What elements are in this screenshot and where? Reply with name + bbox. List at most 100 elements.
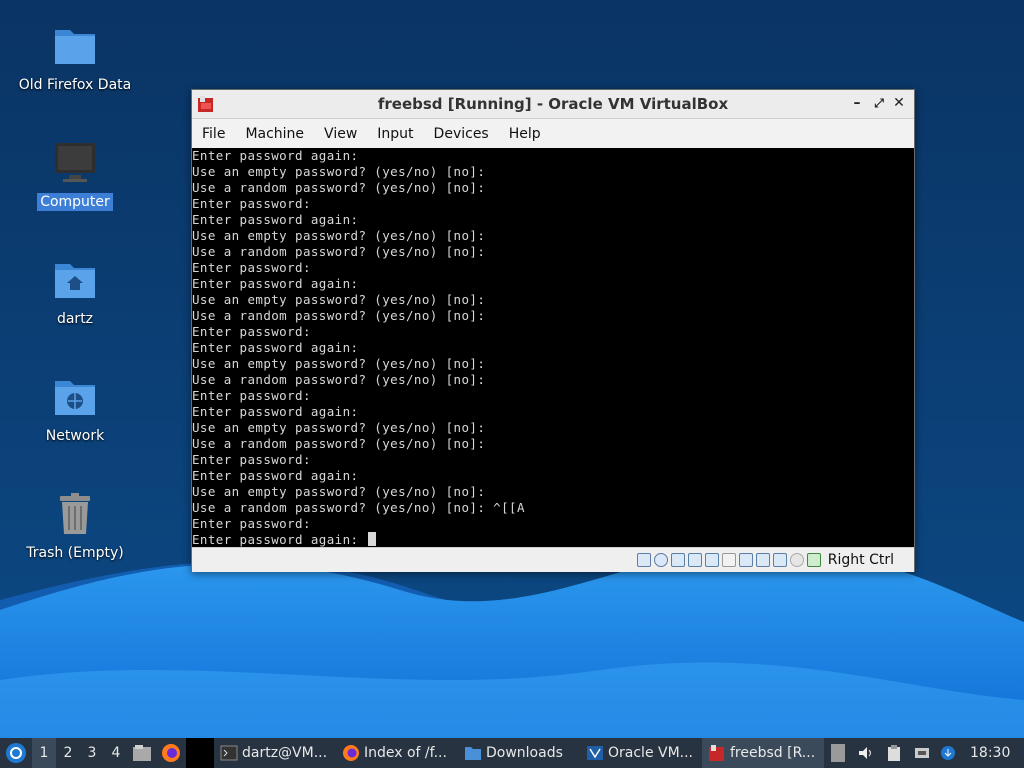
- close-button[interactable]: ✕: [890, 94, 908, 112]
- task-freebsd-vm[interactable]: freebsd [R...: [702, 738, 824, 768]
- workspace-4[interactable]: 4: [104, 738, 128, 768]
- clock[interactable]: 18:30: [960, 738, 1016, 768]
- window-titlebar[interactable]: freebsd [Running] - Oracle VM VirtualBox…: [192, 90, 914, 119]
- console-line: Use a random password? (yes/no) [no]:: [192, 180, 486, 195]
- firefox-launcher[interactable]: [156, 738, 186, 768]
- console-line: Enter password:: [192, 196, 311, 211]
- menu-file[interactable]: File: [192, 126, 235, 142]
- virtualization-icon[interactable]: [772, 553, 787, 567]
- console-line: Enter password:: [192, 452, 311, 467]
- desktop-icon-label: Trash (Empty): [26, 545, 124, 561]
- home-folder-icon: [55, 264, 95, 298]
- network-folder-icon: [55, 381, 95, 415]
- firefox-icon: [162, 744, 180, 762]
- workspace-3[interactable]: 3: [80, 738, 104, 768]
- minimize-button[interactable]: –: [848, 94, 866, 112]
- file-manager-launcher[interactable]: [128, 738, 156, 768]
- console-line: Use a random password? (yes/no) [no]:: [192, 244, 486, 259]
- mouse-integration-icon[interactable]: [789, 553, 804, 567]
- task-label: Oracle VM...: [608, 745, 694, 761]
- console-line: Enter password:: [192, 260, 311, 275]
- console-line: Use an empty password? (yes/no) [no]:: [192, 356, 486, 371]
- desktop-icon-label: Old Firefox Data: [18, 77, 132, 93]
- display-icon[interactable]: [738, 553, 753, 567]
- optical-drive-icon[interactable]: [653, 553, 668, 567]
- network-wired-icon: [915, 748, 929, 758]
- console-line: Enter password again:: [192, 340, 359, 355]
- task-firefox[interactable]: Index of /f...: [336, 738, 458, 768]
- task-virtualbox-manager[interactable]: Oracle VM...: [580, 738, 702, 768]
- lubuntu-logo-icon: [6, 743, 26, 763]
- vm-display[interactable]: Enter password again: Use an empty passw…: [192, 148, 914, 547]
- folder-icon: [55, 30, 95, 64]
- desktop-icon-computer[interactable]: Computer: [10, 139, 140, 211]
- console-line: Enter password again:: [192, 532, 367, 547]
- tray-updates[interactable]: [936, 738, 960, 768]
- virtualbox-vm-icon: [198, 96, 213, 112]
- maximize-button[interactable]: ⤢: [870, 94, 888, 112]
- console-line: Use an empty password? (yes/no) [no]:: [192, 164, 486, 179]
- menu-devices[interactable]: Devices: [424, 126, 499, 142]
- task-label: Index of /f...: [364, 745, 447, 761]
- console-line: Use a random password? (yes/no) [no]: ^[…: [192, 500, 525, 515]
- console-line: Enter password again:: [192, 468, 359, 483]
- console-line: Use an empty password? (yes/no) [no]:: [192, 484, 486, 499]
- console-line: Enter password:: [192, 388, 311, 403]
- audio-icon[interactable]: [670, 553, 685, 567]
- menu-input[interactable]: Input: [367, 126, 423, 142]
- console-line: Use an empty password? (yes/no) [no]:: [192, 420, 486, 435]
- desktop-icon-dartz[interactable]: dartz: [10, 256, 140, 328]
- text-cursor: [368, 532, 377, 546]
- menu-view[interactable]: View: [314, 126, 367, 142]
- desktop-icon-network[interactable]: Network: [10, 373, 140, 445]
- menu-bar: File Machine View Input Devices Help: [192, 119, 914, 148]
- virtualbox-icon: [587, 746, 603, 760]
- workspace-1[interactable]: 1: [32, 738, 56, 768]
- host-key-label: Right Ctrl: [827, 552, 894, 568]
- trash-icon: [60, 493, 90, 534]
- update-notifier-icon: [941, 746, 955, 760]
- desktop-icon-label: Network: [45, 428, 105, 444]
- console-line: Use an empty password? (yes/no) [no]:: [192, 228, 486, 243]
- console-line: Enter password:: [192, 516, 311, 531]
- virtualbox-vm-icon: [709, 745, 724, 761]
- window-title: freebsd [Running] - Oracle VM VirtualBox: [377, 95, 729, 113]
- folder-icon: [465, 747, 481, 760]
- task-label: dartz@VM...: [242, 745, 328, 761]
- workspace-2[interactable]: 2: [56, 738, 80, 768]
- console-line: Enter password again:: [192, 212, 359, 227]
- shared-folders-icon[interactable]: [721, 553, 736, 567]
- tray-show-desktop[interactable]: [824, 738, 852, 768]
- console-line: Enter password:: [192, 324, 311, 339]
- desktop-icon-label: dartz: [56, 311, 94, 327]
- menu-machine[interactable]: Machine: [235, 126, 314, 142]
- desktop-icon-trash[interactable]: Trash (Empty): [10, 490, 140, 562]
- virtualbox-window[interactable]: freebsd [Running] - Oracle VM VirtualBox…: [191, 89, 915, 572]
- tray-clipboard[interactable]: [880, 738, 908, 768]
- terminal-icon: [220, 745, 238, 761]
- network-adapter-icon[interactable]: [687, 553, 702, 567]
- eject-icon: [831, 744, 845, 762]
- start-menu-button[interactable]: [0, 738, 32, 768]
- console-line: Use a random password? (yes/no) [no]:: [192, 436, 486, 451]
- tray-volume[interactable]: [852, 738, 880, 768]
- tray-network[interactable]: [908, 738, 936, 768]
- taskbar-spacer: [186, 738, 214, 768]
- console-line: Enter password again:: [192, 276, 359, 291]
- status-bar: Right Ctrl: [192, 547, 914, 572]
- console-line: Use a random password? (yes/no) [no]:: [192, 308, 486, 323]
- usb-icon[interactable]: [704, 553, 719, 567]
- firefox-icon: [343, 745, 359, 761]
- console-line: Enter password again:: [192, 148, 359, 163]
- hard-disk-icon[interactable]: [636, 553, 651, 567]
- volume-icon: [859, 747, 871, 759]
- menu-help[interactable]: Help: [499, 126, 551, 142]
- console-line: Enter password again:: [192, 404, 359, 419]
- keyboard-capture-icon[interactable]: [806, 553, 821, 567]
- task-downloads[interactable]: Downloads: [458, 738, 580, 768]
- task-label: freebsd [R...: [730, 745, 816, 761]
- desktop-icon-label: Computer: [37, 193, 113, 211]
- video-capture-icon[interactable]: [755, 553, 770, 567]
- desktop-icon-old-firefox-data[interactable]: Old Firefox Data: [10, 22, 140, 94]
- task-terminal[interactable]: dartz@VM...: [214, 738, 336, 768]
